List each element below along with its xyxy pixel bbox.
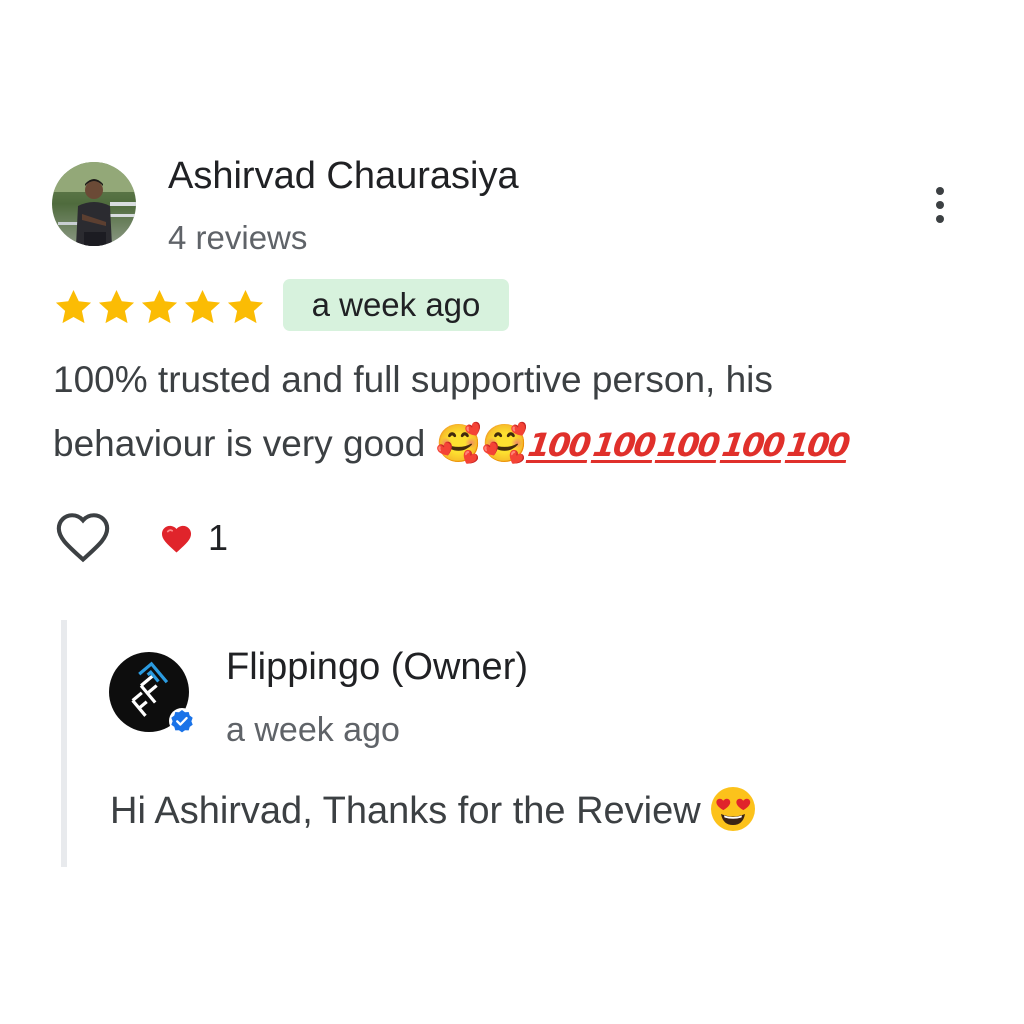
star-icon <box>98 289 135 324</box>
review-text: 100% trusted and full supportive person,… <box>53 348 953 476</box>
owner-reply-date: a week ago <box>226 711 400 749</box>
heart-eyes-emoji-icon <box>710 787 755 831</box>
review-text-line-2: behaviour is very good <box>53 423 426 464</box>
review-text-line: 100% trusted and full supportive person,… <box>53 359 773 400</box>
more-vert-icon[interactable] <box>922 180 958 230</box>
hundred-points-emoji: 100 <box>525 426 592 464</box>
more-dot <box>936 215 944 223</box>
like-button[interactable] <box>54 510 112 564</box>
star-icon <box>55 289 92 324</box>
hundred-points-emoji: 100 <box>784 426 851 464</box>
reviewer-name[interactable]: Ashirvad Chaurasiya <box>168 154 519 198</box>
star-rating <box>52 286 267 329</box>
reviewer-avatar[interactable] <box>52 162 136 246</box>
heart-outline-icon <box>56 513 110 563</box>
star-icon <box>141 289 178 324</box>
red-heart-icon <box>161 525 192 553</box>
reviewer-review-count: 4 reviews <box>168 219 308 256</box>
owner-name[interactable]: Flippingo (Owner) <box>226 645 528 689</box>
star-icon <box>184 289 221 324</box>
star-icon <box>227 289 264 324</box>
hundred-points-emoji: 100 <box>654 426 721 464</box>
owner-reply-message: Hi Ashirvad, Thanks for the Review <box>110 790 701 832</box>
hundred-points-emoji: 100 <box>719 426 786 464</box>
reply-divider <box>61 620 67 867</box>
review-text-line: behaviour is very good 🥰🥰100100100100100 <box>53 412 953 476</box>
flippingo-logo-icon[interactable] <box>109 652 195 738</box>
owner-reply-text: Hi Ashirvad, Thanks for the Review <box>110 785 757 836</box>
reaction-summary: 1 <box>159 516 228 560</box>
smiling-hearts-emoji: 🥰🥰 <box>435 422 528 465</box>
review-date-badge: a week ago <box>283 279 509 331</box>
hundred-points-emoji: 100 <box>590 426 657 464</box>
more-dot <box>936 187 944 195</box>
review-card: Ashirvad Chaurasiya 4 reviews a week ago… <box>0 0 1024 1024</box>
more-dot <box>936 201 944 209</box>
verified-badge-icon <box>169 708 195 734</box>
reaction-count: 1 <box>208 517 229 558</box>
